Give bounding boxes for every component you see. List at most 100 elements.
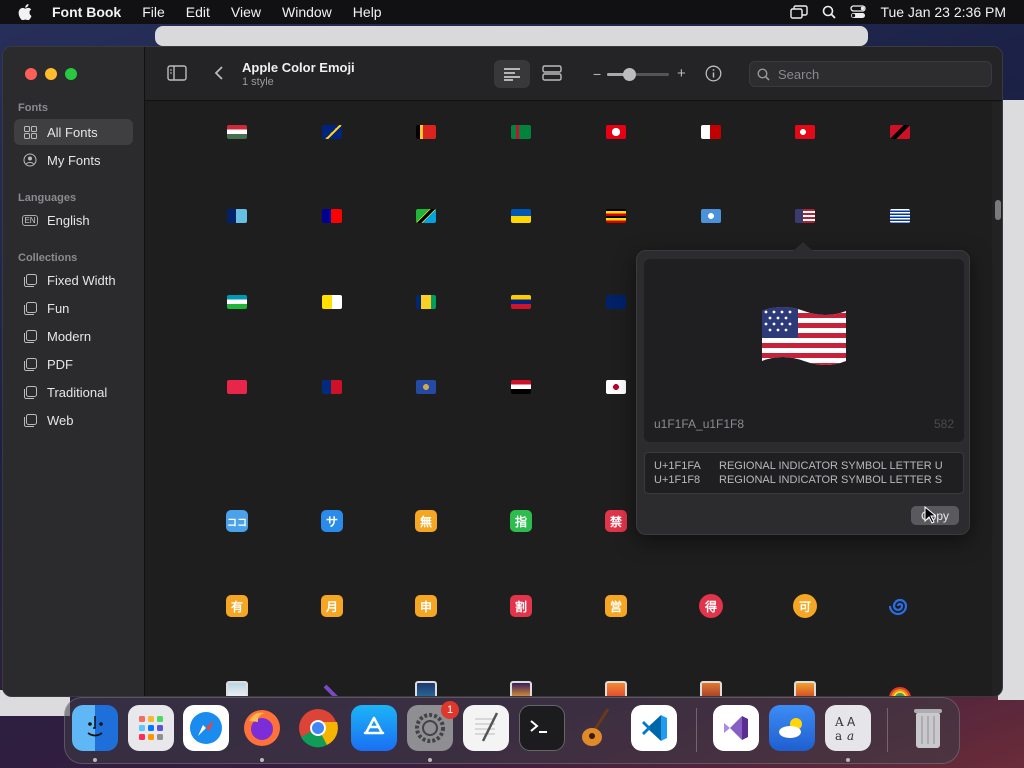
prohibited-button-glyph[interactable]: 禁 [602,507,630,535]
flag-trinidad-tobago-glyph[interactable] [886,118,914,146]
firefox-icon[interactable] [239,705,285,751]
visual-studio-icon[interactable] [713,705,759,751]
mu-label: 無 [415,510,437,532]
garageband-icon[interactable] [575,705,621,751]
foggy-icon[interactable] [223,677,251,696]
flag-hungary-glyph[interactable] [223,118,251,146]
font-book-icon[interactable]: AAaa [825,705,871,751]
flag-japan-like-glyph[interactable] [602,373,630,401]
flag-turkmenistan-glyph[interactable] [507,118,535,146]
sidebar-item-all-fonts[interactable]: All Fonts [14,119,133,145]
apple-menu-icon[interactable] [18,4,34,20]
flag-yemen-glyph[interactable] [507,373,535,401]
flag-uganda-glyph[interactable] [602,202,630,230]
flag-uruguay-glyph[interactable] [886,202,914,230]
menu-app-name[interactable]: Font Book [52,4,121,20]
night-stars-icon[interactable] [412,677,440,696]
flag-un-glyph[interactable] [697,202,725,230]
menu-file[interactable]: File [142,4,165,20]
cyclone-icon[interactable] [886,592,914,620]
koko-button-glyph[interactable]: ココ [223,507,251,535]
terminal-icon[interactable] [519,705,565,751]
flag-taiwan-glyph[interactable] [318,202,346,230]
menu-help[interactable]: Help [353,4,382,20]
menu-clock[interactable]: Tue Jan 23 2:36 PM [880,4,1006,20]
safari-icon[interactable] [183,705,229,751]
text-view-icon[interactable] [494,60,530,88]
city-dusk-icon[interactable] [791,677,819,696]
weather-icon[interactable] [769,705,815,751]
scroll-thumb[interactable] [995,200,1001,220]
flag-tokelau-glyph[interactable] [318,118,346,146]
sa-button-glyph[interactable]: サ [318,507,346,535]
zoom-button[interactable] [65,68,77,80]
application-button-glyph[interactable]: 申 [412,592,440,620]
close-button[interactable] [25,68,37,80]
sidebar-item-fun[interactable]: Fun [14,295,133,321]
umbrella-icon[interactable] [318,677,346,696]
flag-tanzania-glyph[interactable] [412,202,440,230]
flag-tunisia-glyph[interactable] [602,118,630,146]
back-chevron-icon[interactable] [214,65,224,86]
sidebar-item-english[interactable]: EN English [14,207,133,233]
sidebar-toggle-icon[interactable] [167,65,187,86]
discount-button-glyph[interactable]: 割 [507,592,535,620]
sidebar-item-pdf[interactable]: PDF [14,351,133,377]
vertical-scrollbar[interactable] [992,102,1002,696]
flag-tonga-glyph[interactable] [697,118,725,146]
flag-vatican-glyph[interactable] [318,288,346,316]
flag-uzbekistan-glyph[interactable] [223,288,251,316]
sidebar-item-web[interactable]: Web [14,407,133,433]
flag-british-virgin-islands-glyph[interactable] [602,288,630,316]
system-settings-icon[interactable]: 1 [407,701,459,751]
monthly-amount-button-glyph[interactable]: 月 [318,592,346,620]
reserved-button-glyph[interactable]: 指 [507,507,535,535]
menu-edit[interactable]: Edit [186,4,210,20]
acceptable-button-glyph[interactable]: 可 [791,592,819,620]
zoom-out-icon[interactable]: − [593,66,601,82]
flag-turkey-glyph[interactable] [791,118,819,146]
minimize-button[interactable] [45,68,57,80]
sunrise-icon[interactable] [602,677,630,696]
spotlight-search-icon[interactable] [822,5,837,19]
sidebar-item-my-fonts[interactable]: My Fonts [14,147,133,173]
not-free-button-glyph[interactable]: 有 [223,592,251,620]
flag-st-vincent-glyph[interactable] [412,288,440,316]
flag-kosovo-glyph[interactable] [412,373,440,401]
grid-view-icon[interactable] [542,65,562,86]
finder-icon[interactable] [72,705,118,751]
vscode-icon[interactable] [631,705,677,751]
flag-ukraine-glyph[interactable] [507,202,535,230]
search-input[interactable] [776,65,976,83]
sunrise-mountains-icon[interactable] [507,677,535,696]
flag-timor-leste-glyph[interactable] [412,118,440,146]
trash-icon[interactable] [905,705,951,751]
info-icon[interactable] [705,65,722,87]
sidebar-item-modern[interactable]: Modern [14,323,133,349]
control-center-icon[interactable] [850,5,867,19]
zoom-in-icon[interactable]: + [677,65,686,82]
rainbow-icon[interactable] [886,677,914,696]
menu-view[interactable]: View [231,4,261,20]
open-for-business-button-glyph[interactable]: 営 [602,592,630,620]
collection-icon [22,300,38,316]
flag-venezuela-glyph[interactable] [507,288,535,316]
size-slider[interactable] [607,68,669,81]
bargain-button-glyph[interactable]: 得 [697,592,725,620]
sidebar-item-fixed-width[interactable]: Fixed Width [14,267,133,293]
app-store-icon[interactable] [351,705,397,751]
search-field[interactable] [749,61,992,87]
launchpad-icon[interactable] [128,705,174,751]
sidebar-item-traditional[interactable]: Traditional [14,379,133,405]
flag-wallis-futuna-glyph[interactable] [223,373,251,401]
menu-window[interactable]: Window [282,4,332,20]
city-sunset-icon[interactable] [697,677,725,696]
flag-us-glyph[interactable] [791,202,819,230]
size-slider-knob[interactable] [623,68,636,81]
textedit-icon[interactable] [463,705,509,751]
flag-fiji-glyph[interactable] [223,202,251,230]
chrome-icon[interactable] [295,705,341,751]
free-of-charge-button-glyph[interactable]: 無 [412,507,440,535]
screen-mirroring-icon[interactable] [790,5,809,19]
flag-samoa-glyph[interactable] [318,373,346,401]
